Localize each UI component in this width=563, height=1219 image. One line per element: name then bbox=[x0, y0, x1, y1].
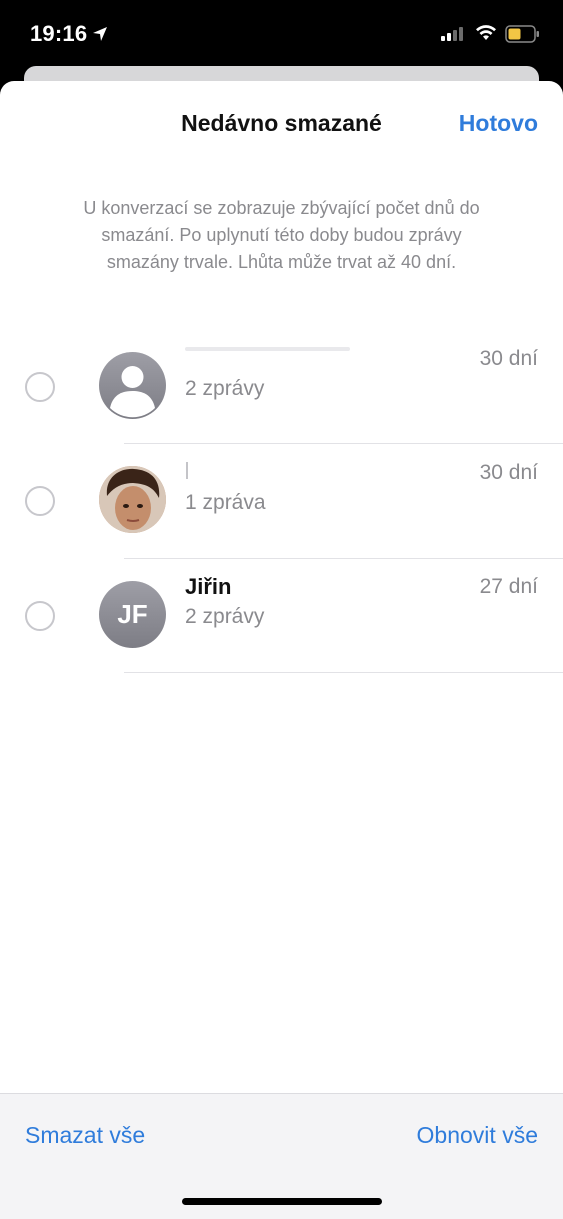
location-arrow-icon bbox=[93, 27, 107, 41]
days-remaining: 30 dní bbox=[479, 347, 538, 370]
wifi-icon bbox=[476, 25, 496, 40]
contact-photo-avatar bbox=[99, 466, 166, 533]
person-placeholder-icon bbox=[99, 352, 166, 419]
message-count: 2 zprávy bbox=[185, 605, 265, 628]
status-bar: 19:16 bbox=[0, 0, 563, 66]
message-count: 2 zprávy bbox=[185, 377, 265, 400]
select-radio[interactable] bbox=[25, 372, 55, 402]
message-count: 1 zpráva bbox=[185, 491, 266, 514]
row-divider bbox=[124, 558, 563, 559]
cellular-signal-icon bbox=[441, 27, 463, 41]
select-radio[interactable] bbox=[25, 601, 55, 631]
days-remaining: 30 dní bbox=[479, 461, 538, 484]
home-indicator bbox=[182, 1198, 382, 1205]
redacted-name bbox=[185, 347, 350, 351]
delete-all-button[interactable]: Smazat vše bbox=[25, 1122, 145, 1149]
redacted-name bbox=[186, 462, 188, 479]
days-remaining: 27 dní bbox=[479, 575, 538, 598]
recently-deleted-sheet: Nedávno smazané Hotovo U konverzací se z… bbox=[0, 81, 563, 1218]
restore-all-button[interactable]: Obnovit vše bbox=[417, 1122, 538, 1149]
initials-avatar: JF bbox=[99, 581, 166, 648]
select-radio[interactable] bbox=[25, 486, 55, 516]
done-button[interactable]: Hotovo bbox=[459, 110, 538, 137]
row-divider bbox=[124, 443, 563, 444]
info-text: U konverzací se zobrazuje zbývající poče… bbox=[83, 198, 480, 272]
battery-icon bbox=[505, 25, 539, 43]
conversation-name: Jiřin bbox=[185, 574, 232, 599]
row-divider bbox=[124, 672, 563, 673]
status-time: 19:16 bbox=[30, 21, 88, 46]
